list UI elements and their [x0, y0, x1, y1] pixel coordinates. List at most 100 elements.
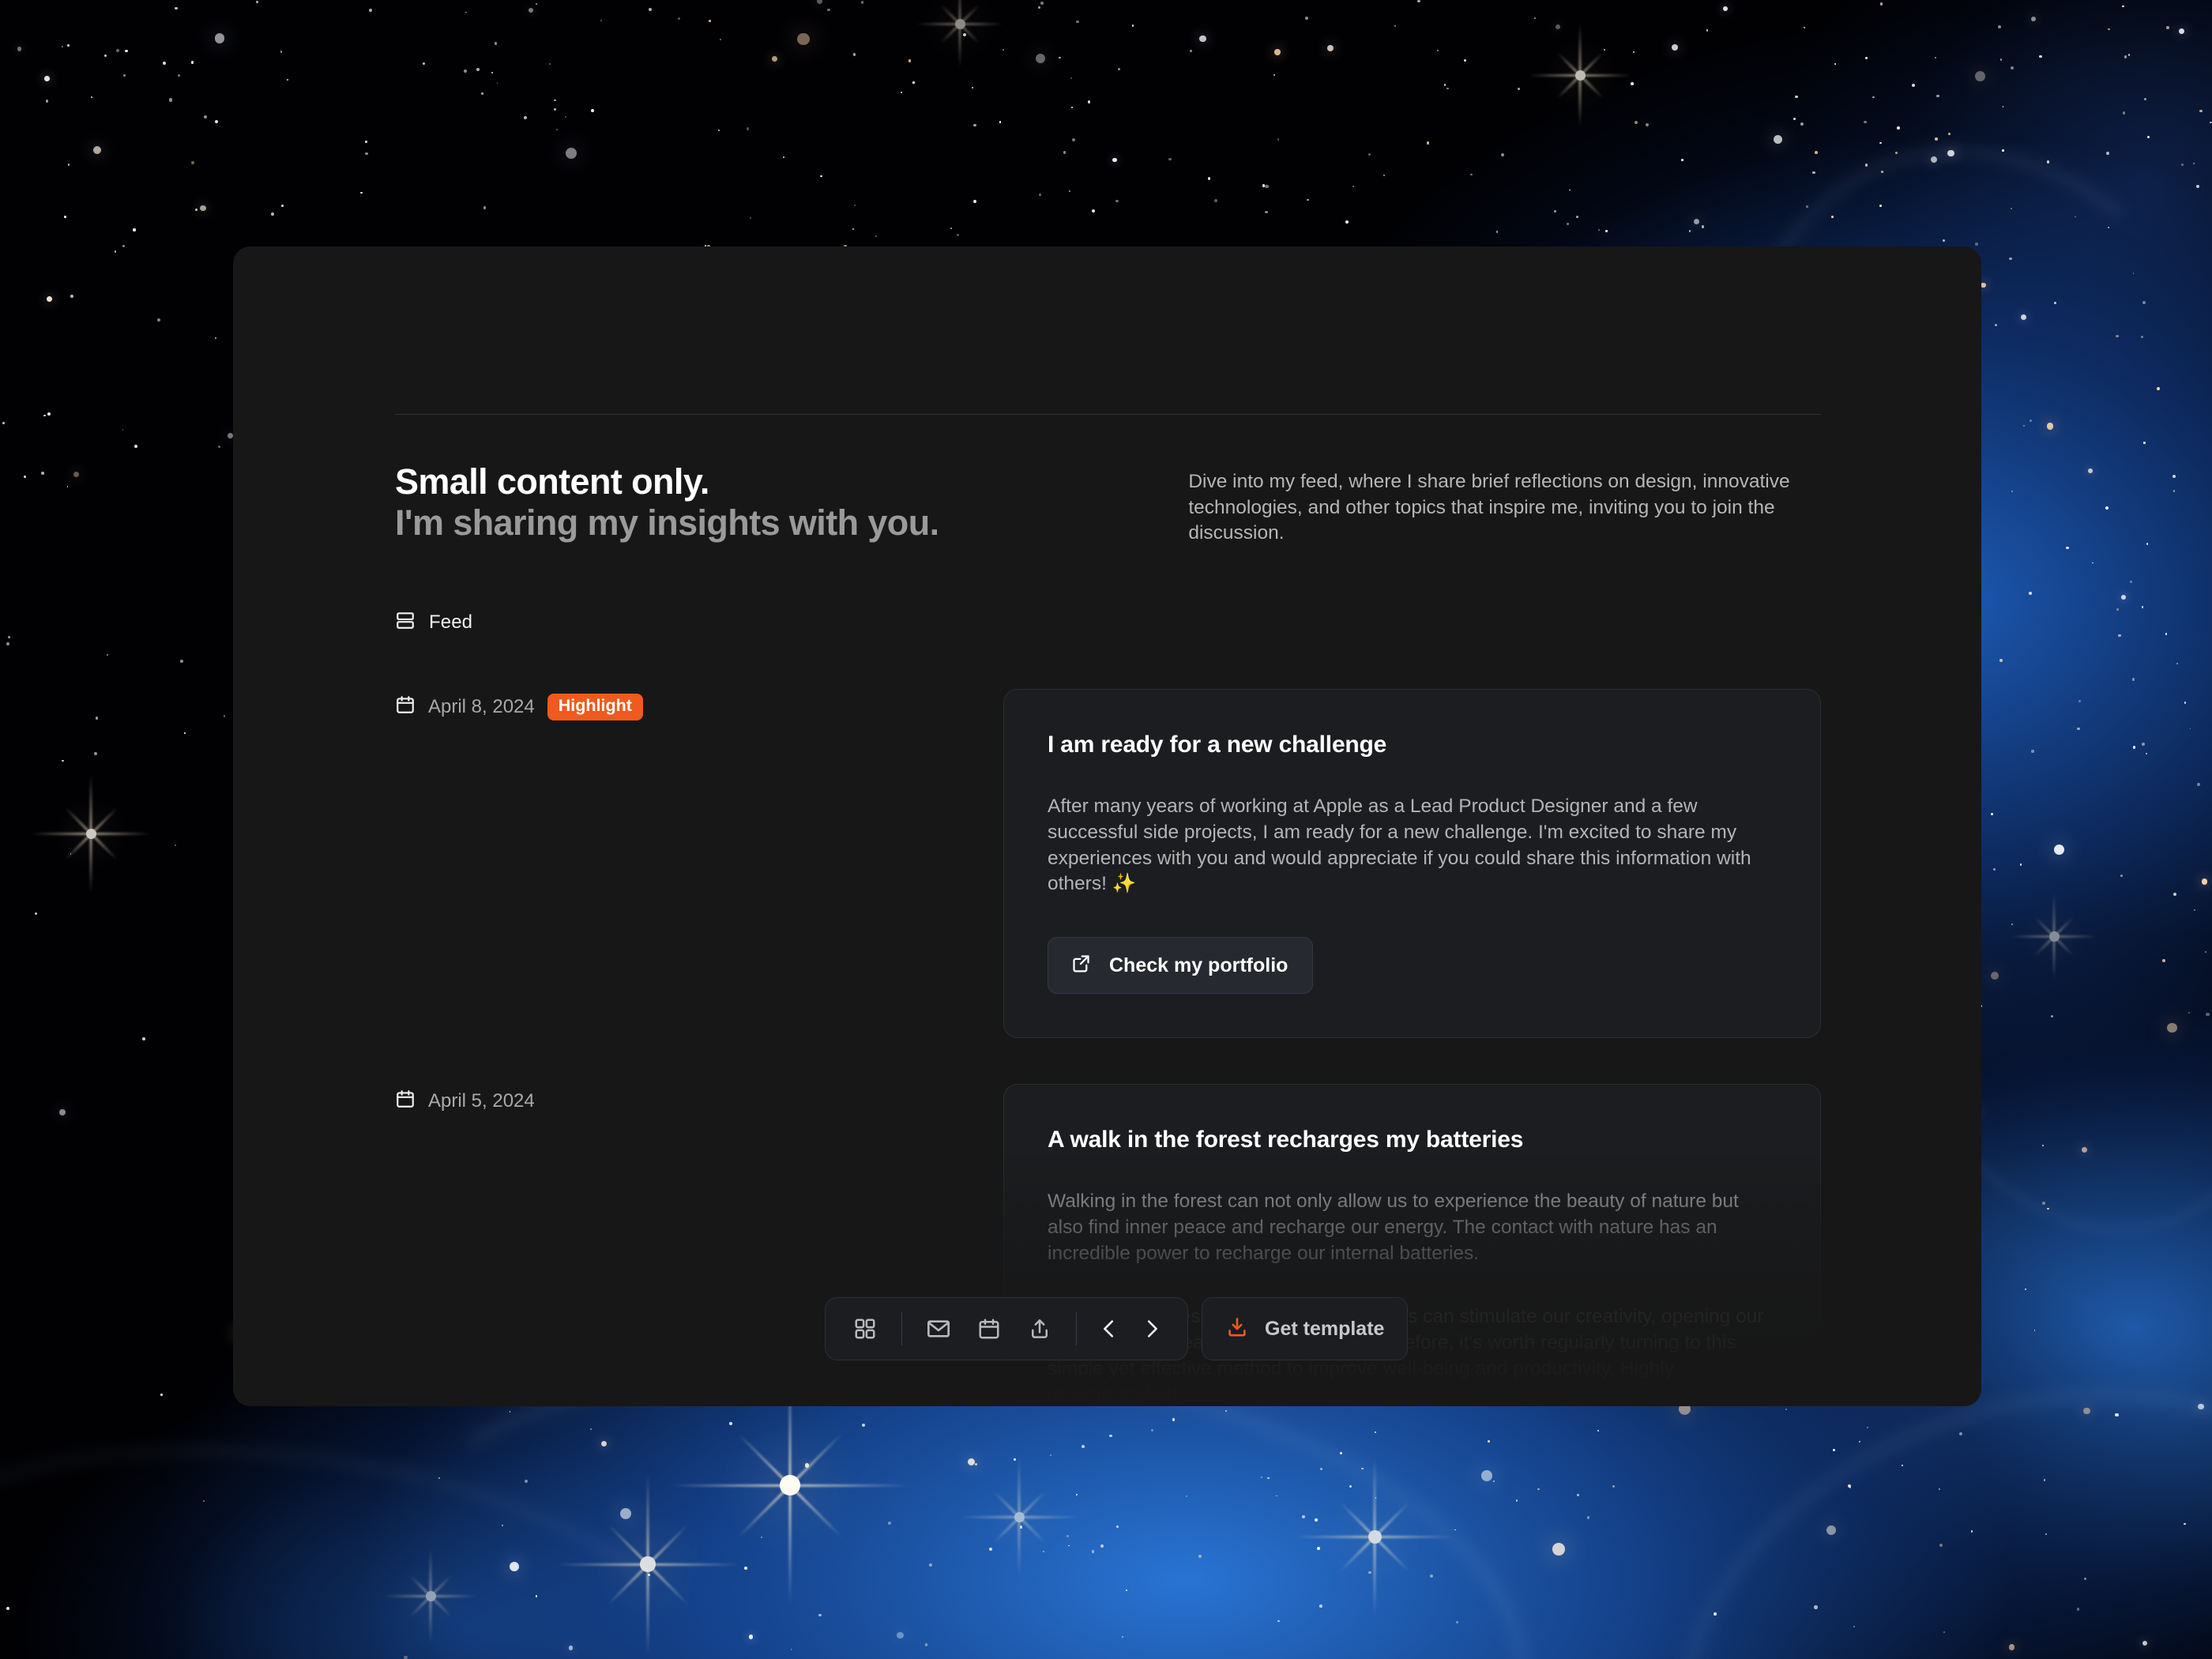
- star: [816, 0, 823, 4]
- star: [719, 39, 721, 40]
- check-portfolio-button[interactable]: Check my portfolio: [1048, 937, 1314, 995]
- chevron-right-icon[interactable]: [1130, 1305, 1173, 1352]
- star: [2077, 727, 2081, 731]
- star: [1014, 1458, 1017, 1461]
- hero-description: Dive into my feed, where I share brief r…: [1188, 471, 1790, 544]
- calendar-icon[interactable]: [964, 1305, 1014, 1352]
- star: [972, 200, 976, 204]
- star: [1115, 1525, 1119, 1529]
- star: [1068, 1544, 1070, 1547]
- star: [2123, 111, 2126, 115]
- star: [1533, 17, 1537, 20]
- star: [971, 86, 974, 89]
- star: [2002, 106, 2004, 108]
- star: [1050, 1454, 1052, 1457]
- star: [1190, 49, 1193, 52]
- hero-title-line1: Small content only.: [395, 461, 709, 502]
- star: [1991, 972, 1999, 980]
- star: [1043, 1551, 1045, 1553]
- star: [950, 227, 952, 229]
- star: [968, 1458, 976, 1466]
- star: [1518, 87, 1521, 90]
- star: [2065, 546, 2069, 550]
- star: [647, 1574, 650, 1576]
- star: [1265, 184, 1269, 189]
- star: [2196, 185, 2200, 189]
- star: [1853, 1626, 1856, 1628]
- star: [2143, 98, 2146, 101]
- star: [6, 641, 10, 645]
- star: [1702, 225, 1705, 228]
- bottom-toolbar: Get template: [825, 1297, 1409, 1360]
- star: [1274, 49, 1281, 55]
- star: [202, 1500, 205, 1503]
- post-card[interactable]: I am ready for a new challenge After man…: [1003, 689, 1821, 1039]
- star: [214, 33, 225, 43]
- star: [797, 32, 810, 46]
- star: [601, 1441, 608, 1447]
- star: [281, 205, 284, 208]
- star: [1112, 157, 1117, 163]
- star: [861, 1424, 865, 1428]
- star: [989, 1548, 993, 1552]
- star: [1122, 1635, 1124, 1638]
- star: [1552, 1543, 1565, 1556]
- get-template-button[interactable]: Get template: [1202, 1297, 1409, 1360]
- star: [2193, 909, 2196, 912]
- chevron-left-icon[interactable]: [1088, 1305, 1130, 1352]
- star: [1834, 63, 1836, 66]
- star: [2210, 122, 2212, 124]
- calendar-icon: [395, 1089, 416, 1113]
- star: [35, 912, 37, 915]
- star: [1315, 1518, 1319, 1522]
- star: [2054, 844, 2065, 856]
- star: [1632, 51, 1635, 53]
- star: [2196, 783, 2200, 787]
- star: [271, 213, 274, 216]
- star: [1265, 210, 1268, 213]
- star: [168, 98, 172, 102]
- star: [524, 1480, 528, 1484]
- star: [568, 1645, 574, 1650]
- grid-view-icon[interactable]: [840, 1305, 890, 1352]
- star: [1317, 1547, 1320, 1550]
- star: [1795, 95, 1798, 99]
- star: [483, 206, 487, 209]
- star: [1587, 1516, 1590, 1519]
- star: [590, 109, 594, 112]
- feed-tag: Feed: [395, 610, 472, 634]
- star: [1207, 177, 1211, 180]
- star: [717, 129, 720, 131]
- star: [162, 62, 166, 66]
- star: [1826, 1525, 1836, 1536]
- star: [180, 660, 183, 663]
- star: [973, 123, 976, 127]
- star: [1866, 1426, 1869, 1429]
- layout-rows-icon: [395, 610, 416, 634]
- feed-row: April 8, 2024 Highlight I am ready for a…: [395, 689, 1821, 1039]
- star: [368, 8, 372, 12]
- star: [790, 1649, 792, 1650]
- star: [1831, 216, 1834, 218]
- star: [2198, 1403, 2204, 1410]
- share-icon[interactable]: [1014, 1305, 1065, 1352]
- star: [2046, 423, 2054, 430]
- star: [1040, 2, 1044, 6]
- star: [1894, 151, 1898, 154]
- star: [2179, 28, 2185, 35]
- star: [1352, 185, 1355, 188]
- star: [2131, 677, 2135, 681]
- star: [554, 99, 556, 102]
- star: [1939, 1544, 1943, 1547]
- star: [1493, 1480, 1495, 1482]
- star: [2166, 26, 2170, 29]
- star: [2206, 1012, 2210, 1017]
- star: [2176, 662, 2179, 664]
- star: [1132, 24, 1134, 27]
- star: [2106, 152, 2110, 155]
- star: [728, 1422, 732, 1426]
- star: [1469, 173, 1473, 176]
- star: [1936, 94, 1939, 98]
- star: [1168, 157, 1172, 161]
- mail-icon[interactable]: [913, 1305, 964, 1352]
